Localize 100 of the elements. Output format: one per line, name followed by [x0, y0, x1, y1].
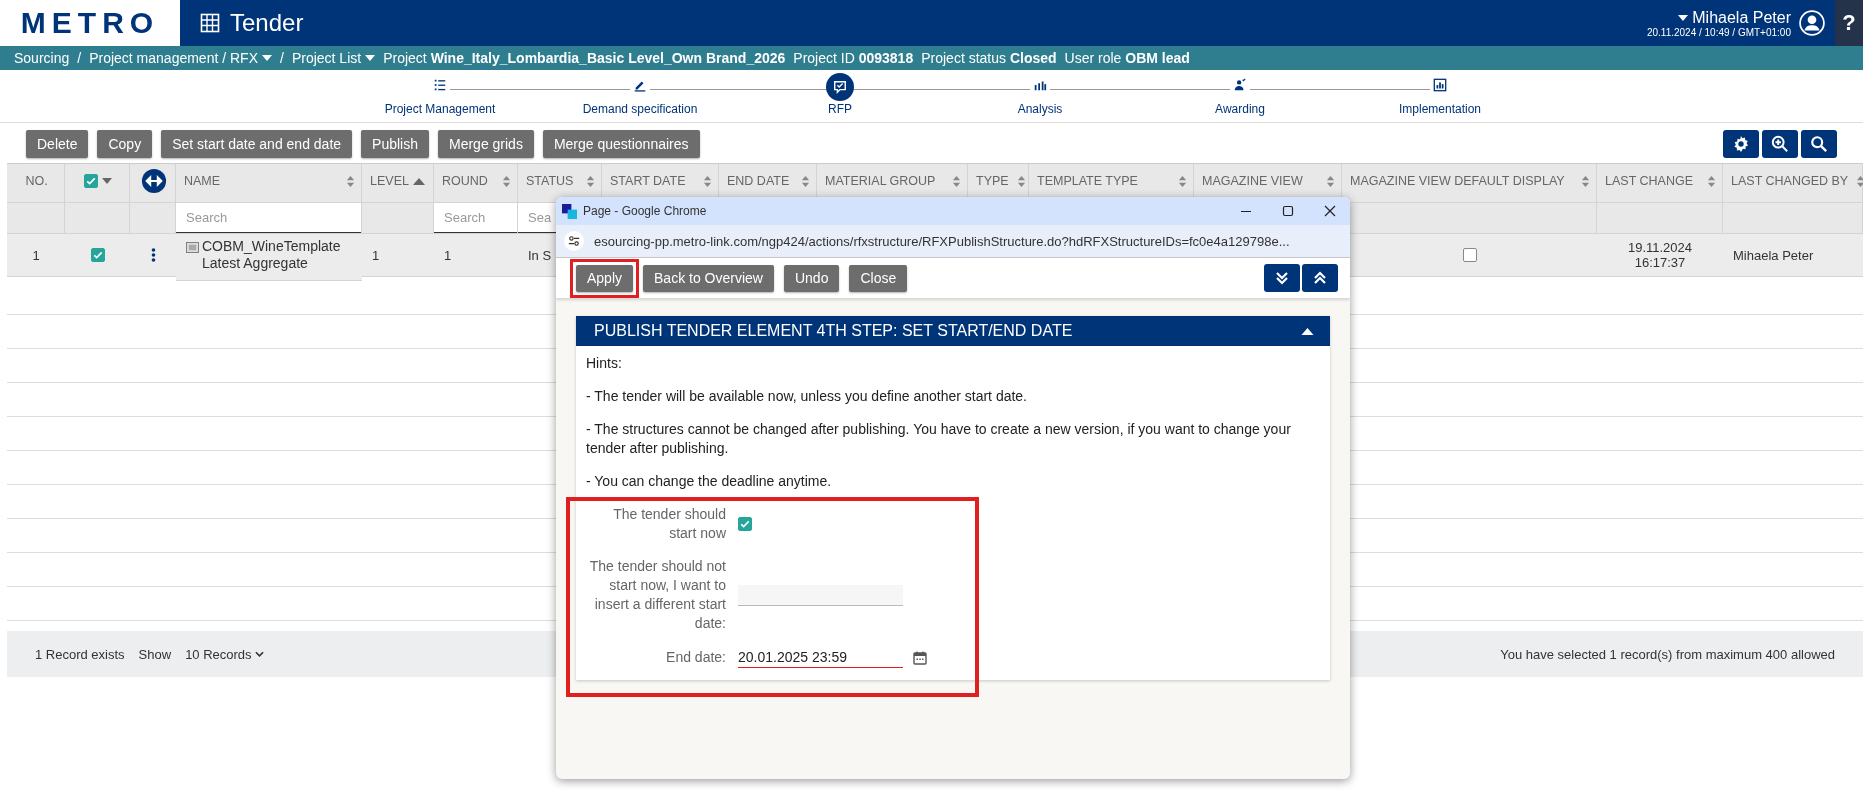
- field-label: End date:: [665, 648, 726, 667]
- toolbar-button[interactable]: Merge questionnaires: [542, 130, 700, 158]
- sort-ascending-icon[interactable]: [412, 177, 425, 185]
- hints-label: Hints:: [586, 354, 623, 373]
- project-info: Project ID 0093818: [793, 50, 914, 66]
- action-button[interactable]: Back to Overview: [643, 264, 774, 292]
- table-cell: 1: [434, 233, 518, 277]
- calendar-icon[interactable]: [913, 650, 927, 665]
- step-label[interactable]: Demand specification: [582, 102, 698, 116]
- column-header[interactable]: MAGAZINE VIEW DEFAULT DISPLAY: [1342, 164, 1597, 202]
- breadcrumb-link[interactable]: Sourcing: [14, 50, 70, 66]
- page-size-dropdown[interactable]: 10 Records: [185, 646, 264, 662]
- checkbox[interactable]: [84, 174, 98, 188]
- user-menu[interactable]: Mihaela Peter: [1678, 8, 1791, 27]
- toolbar-button[interactable]: Merge grids: [438, 130, 534, 158]
- field-label: The tender should not start now, I want to insert a different start date:: [588, 557, 726, 633]
- breadcrumb-link[interactable]: Project List: [291, 50, 376, 66]
- sort-icon[interactable]: [586, 174, 595, 188]
- sort-icon[interactable]: [952, 174, 961, 188]
- table-cell: In S: [528, 247, 552, 263]
- scroll-up-button[interactable]: [1302, 264, 1338, 292]
- speech-bubble-icon: [833, 79, 847, 94]
- sliders-icon[interactable]: [568, 235, 580, 247]
- panel-header[interactable]: PUBLISH TENDER ELEMENT 4TH STEP: SET START/END DATE: [576, 316, 1330, 346]
- toolbar-button[interactable]: Copy: [97, 130, 153, 158]
- more-icon[interactable]: [150, 247, 156, 263]
- toolbar-button[interactable]: Publish: [361, 130, 429, 158]
- step-label[interactable]: Awarding: [1215, 102, 1265, 116]
- project-info: Project Wine_Italy_Lombardia_Basic Level_Own Brand_2026: [383, 50, 786, 66]
- show-label: Show: [138, 646, 172, 662]
- filter-cell: [7, 202, 65, 233]
- checkbox[interactable]: [90, 248, 105, 262]
- field-label: The tender should start now: [612, 505, 726, 543]
- sort-icon[interactable]: [1326, 174, 1335, 188]
- checkbox[interactable]: [738, 517, 752, 531]
- double-chevron-up-icon: [1312, 270, 1328, 286]
- help-button[interactable]: ?: [1835, 0, 1863, 46]
- search-button[interactable]: [1801, 130, 1837, 158]
- expand-columns-icon[interactable]: [140, 168, 167, 194]
- sort-icon[interactable]: [1178, 174, 1187, 188]
- step-label[interactable]: Project Management: [384, 102, 496, 116]
- caret-icon: [262, 55, 272, 61]
- breadcrumb-link[interactable]: Project management / RFX: [89, 50, 272, 66]
- table-cell: Mihaela Peter: [1723, 233, 1863, 277]
- column-header[interactable]: LAST CHANGE: [1597, 164, 1723, 202]
- action-button[interactable]: Apply: [576, 264, 634, 292]
- maximize-icon[interactable]: [1282, 205, 1294, 217]
- table-cell-text: COBM_WineTemplate Latest Aggregate: [202, 238, 342, 272]
- step-marker[interactable]: [826, 72, 854, 101]
- action-button[interactable]: Undo: [783, 264, 840, 292]
- zoom-in-button[interactable]: [1762, 130, 1798, 158]
- document-icon: [186, 242, 199, 253]
- hint-text: - The structures cannot be changed after publishing. You have to create a new version, if you want to change your tender after publishing.: [586, 420, 1292, 458]
- toolbar-button[interactable]: Set start date and end date: [161, 130, 353, 158]
- date-time: 20.11.2024 / 10:49 / GMT+01:00: [1646, 26, 1791, 38]
- app-icon: [562, 203, 577, 219]
- sort-icon[interactable]: [801, 174, 810, 188]
- toolbar-button[interactable]: Delete: [26, 130, 89, 158]
- step-label[interactable]: Analysis: [1017, 102, 1063, 116]
- step-label[interactable]: RFP: [828, 102, 852, 116]
- sort-icon[interactable]: [346, 174, 355, 188]
- search-icon: [1810, 135, 1828, 153]
- search-field[interactable]: Search: [176, 203, 361, 233]
- checkbox[interactable]: [1462, 248, 1477, 262]
- hint-text: - You can change the deadline anytime.: [586, 472, 833, 491]
- search-field[interactable]: Search: [434, 203, 517, 233]
- sort-icon[interactable]: [1856, 174, 1863, 188]
- window-title: Page - Google Chrome: [583, 204, 707, 218]
- action-button[interactable]: Close: [849, 264, 908, 292]
- table-cell: 1: [7, 233, 65, 277]
- start-date-field[interactable]: [738, 584, 903, 606]
- hint-text: - The tender will be available now, unless you define another start date.: [586, 387, 1028, 406]
- sort-icon[interactable]: [1581, 174, 1590, 188]
- caret-icon: [102, 178, 112, 184]
- avatar-icon[interactable]: [1799, 10, 1825, 36]
- close-icon[interactable]: [1324, 205, 1336, 217]
- scroll-down-button[interactable]: [1264, 264, 1300, 292]
- sort-icon[interactable]: [1707, 174, 1716, 188]
- sort-icon[interactable]: [703, 174, 712, 188]
- sort-icon[interactable]: [502, 174, 511, 188]
- app-title: Tender: [230, 9, 304, 37]
- column-header[interactable]: NO.: [7, 164, 65, 202]
- column-header[interactable]: ROUND: [434, 164, 518, 202]
- caret-icon: [365, 55, 376, 61]
- separator: /: [280, 50, 284, 66]
- column-header[interactable]: LEVEL: [362, 164, 434, 202]
- column-header[interactable]: NAME: [176, 164, 362, 202]
- zoom-in-icon: [1771, 135, 1789, 153]
- step-label[interactable]: Implementation: [1398, 102, 1481, 116]
- settings-button[interactable]: [1723, 130, 1759, 158]
- column-header[interactable]: STATUS: [518, 164, 602, 202]
- logo[interactable]: METRO: [0, 0, 180, 46]
- record-count: 1 Record exists: [35, 646, 125, 662]
- column-header[interactable]: LAST CHANGED BY: [1723, 164, 1863, 202]
- url-text[interactable]: esourcing-pp.metro-link.com/ngp424/actions/rfxstructure/RFXPublishStructure.do?hdRFXStructureIDs=fc0e4a129798e...: [594, 233, 1290, 249]
- collapse-icon[interactable]: [1301, 327, 1314, 335]
- sort-icon[interactable]: [1016, 174, 1026, 188]
- caret-icon: [1678, 14, 1689, 21]
- table-cell: 19.11.2024 16:17:37: [1597, 233, 1723, 277]
- double-chevron-down-icon: [1274, 270, 1290, 286]
